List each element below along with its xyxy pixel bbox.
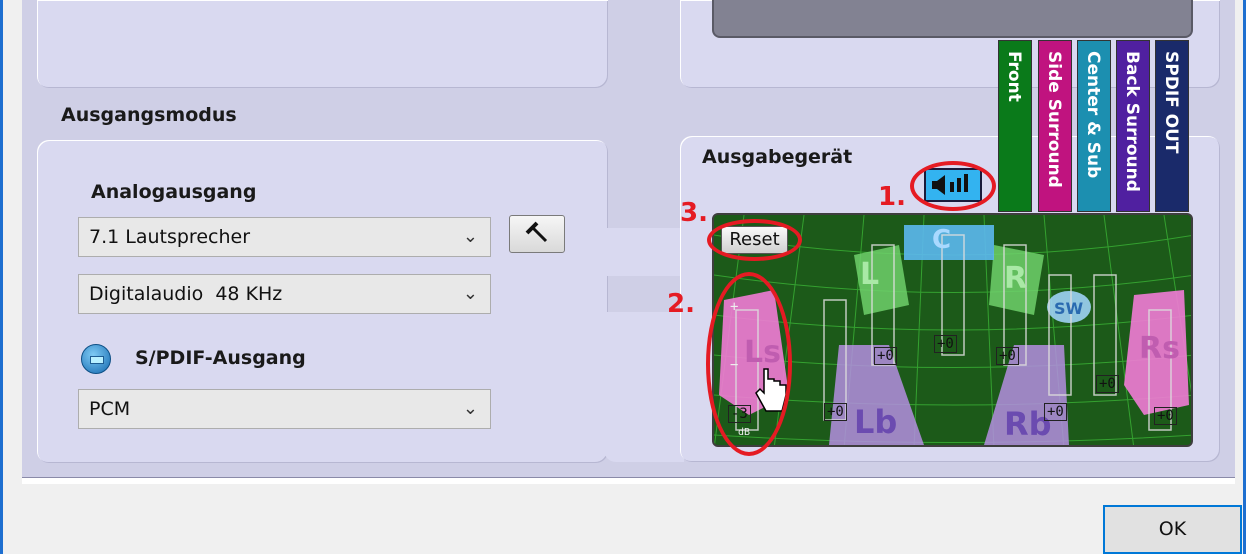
spdif-format-value: PCM: [89, 398, 131, 420]
digital-audio-select[interactable]: Digitalaudio 48 KHz ⌄: [78, 274, 491, 314]
annotation-ellipse-speaker-button: [910, 161, 996, 211]
ausgabegeraet-title: Ausgabegerät: [702, 146, 853, 168]
annotation-ellipse-ls-slider: [706, 272, 792, 456]
window-border-left: [0, 0, 3, 554]
speaker-label-lb: Lb: [854, 403, 898, 441]
speaker-label-c: C: [932, 225, 952, 255]
box-connector-top: [604, 228, 684, 276]
tab-spdif-out[interactable]: SPDIF OUT: [1155, 40, 1189, 212]
speaker-settings-button[interactable]: [509, 215, 565, 253]
analogausgang-title: Analogausgang: [91, 181, 257, 203]
speaker-config-value: 7.1 Lautsprecher: [89, 226, 251, 248]
tab-center-sub[interactable]: Center & Sub: [1077, 40, 1111, 212]
level-value-l[interactable]: +0: [874, 347, 897, 365]
device-display-bar: [712, 0, 1193, 38]
level-value-rb[interactable]: +0: [1044, 403, 1067, 421]
chevron-down-icon: ⌄: [462, 226, 478, 247]
tab-back-surround[interactable]: Back Surround: [1116, 40, 1150, 212]
speaker-label-r: R: [1004, 261, 1028, 296]
tab-side-surround[interactable]: Side Surround: [1038, 40, 1072, 212]
chevron-down-icon: ⌄: [462, 398, 478, 419]
annotation-number-3: 3.: [680, 198, 708, 228]
speaker-label-rs: Rs: [1139, 331, 1180, 366]
ausgangsmodus-title: Ausgangsmodus: [61, 104, 237, 126]
box-connector-bottom: [604, 312, 684, 462]
chevron-down-icon: ⌄: [462, 283, 478, 304]
level-value-r[interactable]: +0: [996, 347, 1019, 365]
upper-left-box: [37, 0, 608, 88]
level-value-lb[interactable]: +0: [824, 403, 847, 421]
level-value-c[interactable]: +0: [934, 335, 957, 353]
hammer-icon: [525, 221, 548, 243]
panel-bottom-edge: [22, 477, 1235, 484]
level-value-rs[interactable]: +0: [1154, 407, 1177, 425]
speaker-config-select[interactable]: 7.1 Lautsprecher ⌄: [78, 217, 491, 257]
ok-button[interactable]: OK: [1103, 505, 1242, 554]
spdif-icon: [81, 344, 111, 374]
speaker-label-l: L: [860, 257, 880, 292]
spdif-format-select[interactable]: PCM ⌄: [78, 389, 491, 429]
annotation-number-1: 1.: [878, 182, 906, 212]
spdif-title: S/PDIF-Ausgang: [135, 347, 306, 369]
tab-front[interactable]: Front: [998, 40, 1032, 212]
annotation-ellipse-reset: [707, 219, 802, 261]
level-value-sw[interactable]: +0: [1096, 375, 1119, 393]
annotation-number-2: 2.: [667, 289, 695, 319]
speaker-label-sw: SW: [1054, 299, 1084, 318]
digital-audio-value: Digitalaudio 48 KHz: [89, 283, 283, 305]
